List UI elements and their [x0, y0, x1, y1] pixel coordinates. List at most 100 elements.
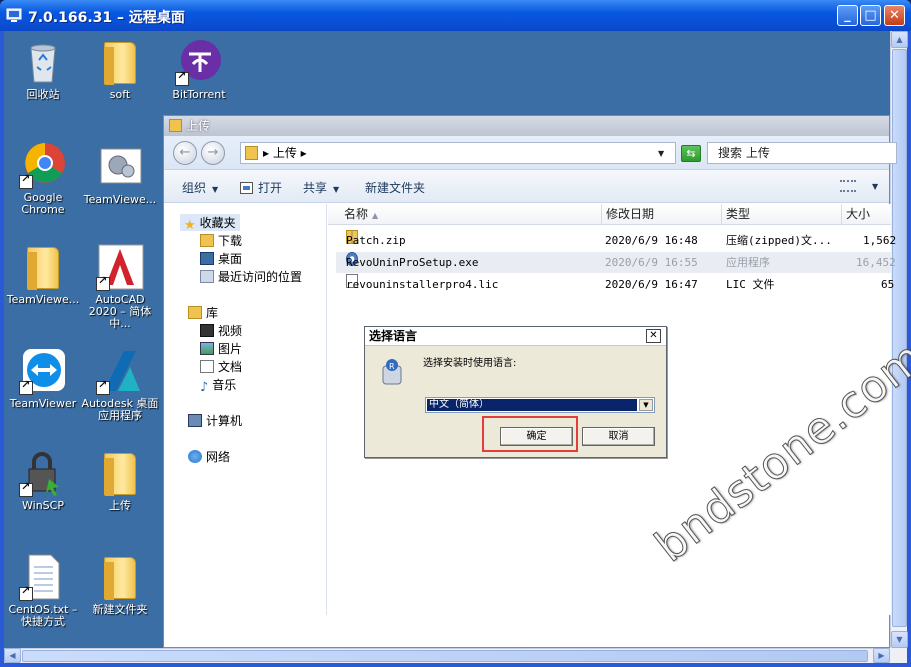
desktop-icon-label: WinSCP [22, 499, 64, 512]
sort-up-icon: ▲ [372, 211, 379, 220]
chevron-down-icon: ▼ [212, 185, 219, 194]
nav-label: 库 [206, 306, 219, 320]
file-name: RevoUninProSetup.exe [346, 256, 479, 269]
desktop-icon-label: 新建文件夹 [92, 603, 148, 616]
nav-desktop[interactable]: 桌面 [200, 250, 242, 267]
column-label: 修改日期 [606, 207, 655, 221]
desktop-icon-upload[interactable]: 上传 [80, 449, 160, 512]
forward-button[interactable]: → [201, 141, 225, 165]
column-name[interactable]: 名称 ▲ [328, 204, 602, 225]
navigation-pane: ★ 收藏夹 下载 桌面 最近访问的位置 库 视频 图片 文档 ♪ 音乐 计算机 网络 [164, 204, 327, 615]
nav-label: 网络 [206, 450, 231, 464]
scrollbar-corner [890, 648, 907, 663]
view-options-icon[interactable] [840, 180, 856, 192]
shortcut-arrow-icon [19, 379, 33, 395]
language-select[interactable]: 中文（简体） ▼ [425, 397, 655, 413]
close-button[interactable]: ✕ [884, 5, 905, 26]
desktop-icon-label: CentOS.txt – 快捷方式 [8, 603, 78, 628]
scroll-right-icon[interactable]: ▶ [873, 648, 890, 663]
network-icon [188, 450, 202, 463]
dialog-close-button[interactable]: ✕ [646, 329, 661, 343]
folder-icon [104, 557, 136, 600]
file-name: revouninstallerpro4.lic [346, 278, 499, 291]
desktop-icon-autodesk-app[interactable]: Autodesk 桌面应用程序 [80, 347, 160, 422]
dialog-title-bar[interactable]: 选择语言 ✕ [365, 327, 666, 346]
desktop-icon-bittorrent[interactable]: BitTorrent [159, 38, 239, 101]
nav-libraries[interactable]: 库 [188, 304, 218, 321]
folder-icon [104, 453, 136, 496]
address-path: ▸ 上传 ▸ [263, 146, 307, 160]
share-button[interactable]: 共享 ▼ [303, 179, 339, 196]
explorer-toolbar: 组织 ▼ 打开 共享 ▼ 新建文件夹 ▼ [164, 170, 889, 203]
nav-label: 视频 [218, 324, 243, 338]
nav-downloads[interactable]: 下载 [200, 232, 242, 249]
open-button[interactable]: 打开 [240, 179, 282, 196]
desktop-icon-chrome[interactable]: Google Chrome [4, 141, 83, 216]
explorer-title-bar[interactable]: 上传 [164, 116, 889, 136]
file-row-setup-exe[interactable]: RevoUninProSetup.exe 2020/6/9 16:55 应用程序… [336, 252, 896, 273]
horizontal-scrollbar[interactable]: ◀ ▶ [4, 648, 890, 663]
scroll-down-icon[interactable]: ▼ [891, 631, 908, 648]
folder-icon [27, 247, 59, 290]
address-bar-area: ← → ▸ 上传 ▸ ▼ ⇆ 搜索 上传 [164, 136, 897, 170]
cancel-button[interactable]: 取消 [582, 427, 655, 446]
desktop-icon-new-folder[interactable]: 新建文件夹 [80, 553, 160, 616]
scroll-left-icon[interactable]: ◀ [4, 648, 21, 663]
address-dropdown-icon[interactable]: ▼ [658, 149, 664, 158]
explorer-title: 上传 [186, 119, 211, 133]
desktop-icon-winscp[interactable]: WinSCP [4, 449, 83, 512]
selected-language: 中文（简体） [427, 399, 637, 411]
scroll-up-icon[interactable]: ▲ [891, 31, 908, 48]
nav-recent[interactable]: 最近访问的位置 [200, 268, 302, 285]
nav-label: 图片 [218, 342, 243, 356]
file-row-patch[interactable]: Patch.zip 2020/6/9 16:48 压缩(zipped)文... … [336, 230, 896, 251]
file-size: 65 [881, 278, 895, 291]
organize-button[interactable]: 组织 ▼ [182, 179, 218, 196]
desktop-icon-teamviewer-config[interactable]: TeamViewe... [80, 143, 160, 206]
desktop-icon-teamviewer[interactable]: TeamViewer [4, 347, 83, 410]
nav-label: 计算机 [206, 414, 243, 428]
column-type[interactable]: 类型 [722, 204, 842, 225]
search-input[interactable]: 搜索 上传 [707, 142, 897, 164]
file-name: Patch.zip [346, 234, 406, 247]
horizontal-scroll-thumb[interactable] [22, 650, 868, 662]
maximize-button[interactable]: □ [860, 5, 881, 26]
chevron-down-icon[interactable]: ▼ [639, 399, 653, 411]
nav-pictures[interactable]: 图片 [200, 340, 242, 357]
desktop-icon-centos-txt[interactable]: CentOS.txt – 快捷方式 [4, 553, 83, 628]
nav-computer[interactable]: 计算机 [188, 412, 242, 429]
desktop-icon-label: TeamViewe... [83, 193, 157, 206]
column-size[interactable]: 大小 [842, 204, 902, 225]
folder-icon [104, 42, 136, 85]
desktop-icon-autocad[interactable]: AutoCAD 2020 – 简体中... [80, 243, 160, 330]
file-type: 应用程序 [726, 256, 770, 269]
dialog-prompt: 选择安装时使用语言: [423, 358, 517, 369]
refresh-button[interactable]: ⇆ [681, 145, 701, 162]
desktop-icon-teamviewer-folder[interactable]: TeamViewe... [4, 243, 83, 306]
computer-icon [188, 414, 202, 427]
nav-documents[interactable]: 文档 [200, 358, 242, 375]
shortcut-arrow-icon [19, 585, 33, 601]
file-size: 16,452 [856, 256, 896, 269]
window-title-bar[interactable]: 7.0.166.31 – 远程桌面 _ □ ✕ [0, 0, 911, 31]
nav-music[interactable]: ♪ 音乐 [200, 376, 236, 395]
address-input[interactable]: ▸ 上传 ▸ [240, 142, 676, 164]
back-button[interactable]: ← [173, 141, 197, 165]
desktop-icon-label: AutoCAD 2020 – 简体中... [88, 293, 152, 330]
column-modified[interactable]: 修改日期 [602, 204, 722, 225]
file-row-license[interactable]: revouninstallerpro4.lic 2020/6/9 16:47 L… [336, 274, 895, 295]
nav-favorites[interactable]: ★ 收藏夹 [180, 214, 240, 233]
desktop-icon-recycle-bin[interactable]: 回收站 [4, 38, 83, 101]
desktop-icon-label: soft [109, 88, 131, 101]
open-label: 打开 [258, 181, 283, 195]
nav-videos[interactable]: 视频 [200, 322, 242, 339]
desktop-icon-soft[interactable]: soft [80, 38, 160, 101]
highlight-annotation [482, 416, 578, 452]
nav-network[interactable]: 网络 [188, 448, 230, 465]
column-label: 大小 [846, 207, 871, 221]
view-dropdown-icon[interactable]: ▼ [872, 182, 878, 191]
library-icon [188, 306, 202, 319]
new-folder-button[interactable]: 新建文件夹 [365, 179, 425, 196]
file-type: LIC 文件 [726, 278, 775, 291]
minimize-button[interactable]: _ [837, 5, 858, 26]
